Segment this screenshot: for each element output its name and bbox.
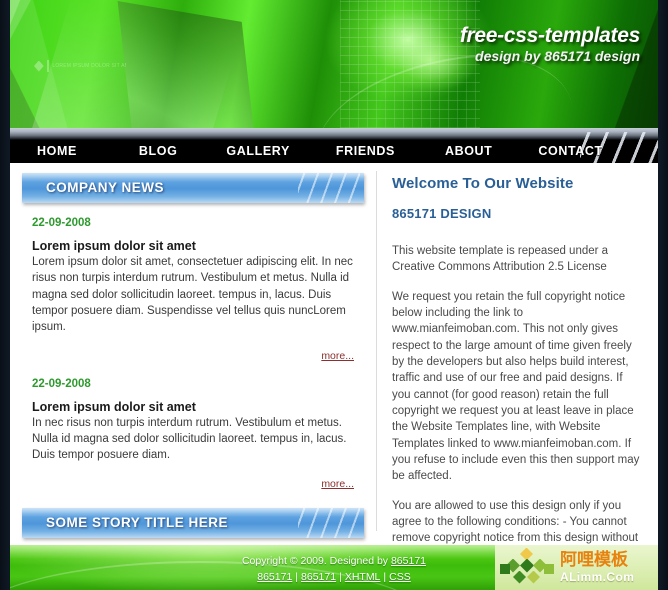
section-title-some-story: SOME STORY TITLE HERE xyxy=(46,514,229,530)
news-title-1: Lorem ipsum dolor sit amet xyxy=(32,239,196,253)
news-title-2: Lorem ipsum dolor sit amet xyxy=(32,399,196,414)
footer-link-1[interactable]: 865171 xyxy=(257,571,292,583)
watermark-chinese-text: 阿哩模板 xyxy=(560,550,628,570)
square-icon xyxy=(544,563,554,574)
footer-link-2[interactable]: 865171 xyxy=(301,571,336,583)
watermark-english-text: ALimm.Com xyxy=(560,570,635,584)
footer-separator: | xyxy=(383,571,387,584)
footer-watermark-badge: 阿哩模板 ALimm.Com xyxy=(495,545,658,590)
news-date-1: 22-09-2008 xyxy=(32,217,91,229)
nav-items-container: HOME BLOG GALLERY FRIENDS ABOUT CONTACT xyxy=(10,138,658,163)
diamond-icon xyxy=(527,570,540,584)
section-header-company-news: COMPANY NEWS xyxy=(22,173,364,203)
main-content: COMPANY NEWS 22-09-2008 Lorem ipsum dolo… xyxy=(10,163,658,590)
nav-item-blog[interactable]: BLOG xyxy=(139,144,178,158)
license-paragraph: This website template is repeased under … xyxy=(392,245,609,274)
news-more-row-1: more... xyxy=(10,336,376,364)
section-header-some-story: SOME STORY TITLE HERE xyxy=(22,507,364,538)
page-root: LOREM IPSUM DOLOR SIT AMET free-css-temp… xyxy=(0,0,668,590)
bar-icon xyxy=(46,60,50,72)
nav-item-about[interactable]: ABOUT xyxy=(445,144,492,158)
news-body-1: Lorem ipsum dolor sit amet, consectetuer… xyxy=(32,256,353,334)
nav-item-gallery[interactable]: GALLERY xyxy=(226,144,289,158)
news-body-2: In nec risus non turpis interdum rutrum.… xyxy=(32,416,347,462)
navigation-bar: HOME BLOG GALLERY FRIENDS ABOUT CONTACT xyxy=(10,128,658,163)
footer-copyright-text: Copyright © 2009. Designed by xyxy=(241,555,391,567)
more-link-1[interactable]: more... xyxy=(321,350,354,362)
footer-separator: | xyxy=(339,571,342,584)
news-item-2: 22-09-2008 Lorem ipsum dolor sit amet In… xyxy=(10,364,376,464)
site-header: LOREM IPSUM DOLOR SIT AMET free-css-temp… xyxy=(10,0,658,128)
footer-separator: | xyxy=(295,571,299,584)
diamond-icon xyxy=(520,558,534,573)
copyright-request-paragraph: We request you retain the full copyright… xyxy=(392,290,640,483)
diamond-icon xyxy=(34,60,44,72)
nav-item-contact[interactable]: CONTACT xyxy=(538,144,602,158)
more-link-2[interactable]: more... xyxy=(321,478,354,490)
welcome-heading: Welcome To Our Website xyxy=(392,175,574,192)
right-column: Welcome To Our Website 865171 DESIGN Thi… xyxy=(376,163,658,590)
nav-item-friends[interactable]: FRIENDS xyxy=(336,144,395,158)
watermark-diamond-logo-icon xyxy=(500,547,556,588)
diamond-icon xyxy=(513,570,526,584)
header-logo-text: LOREM IPSUM DOLOR SIT AMET xyxy=(52,62,126,69)
watermark-text: 阿哩模板 ALimm.Com xyxy=(560,550,635,584)
brand-subtitle: design by 865171 design xyxy=(475,48,640,65)
nav-item-home[interactable]: HOME xyxy=(37,144,77,158)
design-subheading: 865171 DESIGN xyxy=(392,206,492,221)
site-branding: free-css-templates design by 865171 desi… xyxy=(460,24,640,66)
footer-link-xhtml[interactable]: XHTML xyxy=(345,571,381,583)
brand-title: free-css-templates xyxy=(459,24,640,47)
news-more-row-2: more... xyxy=(10,464,376,492)
diamond-icon xyxy=(520,547,533,561)
news-date-2: 22-09-2008 xyxy=(32,377,91,390)
site-footer: Copyright © 2009. Designed by 865171 865… xyxy=(10,545,658,590)
header-watermark-logo: LOREM IPSUM DOLOR SIT AMET xyxy=(34,58,126,74)
section-title-company-news: COMPANY NEWS xyxy=(46,180,165,195)
left-column: COMPANY NEWS 22-09-2008 Lorem ipsum dolo… xyxy=(10,163,376,590)
news-item-1: 22-09-2008 Lorem ipsum dolor sit amet Lo… xyxy=(10,203,376,336)
square-icon xyxy=(500,563,510,574)
footer-link-css[interactable]: CSS xyxy=(389,571,411,583)
footer-copyright-link[interactable]: 865171 xyxy=(391,555,426,567)
